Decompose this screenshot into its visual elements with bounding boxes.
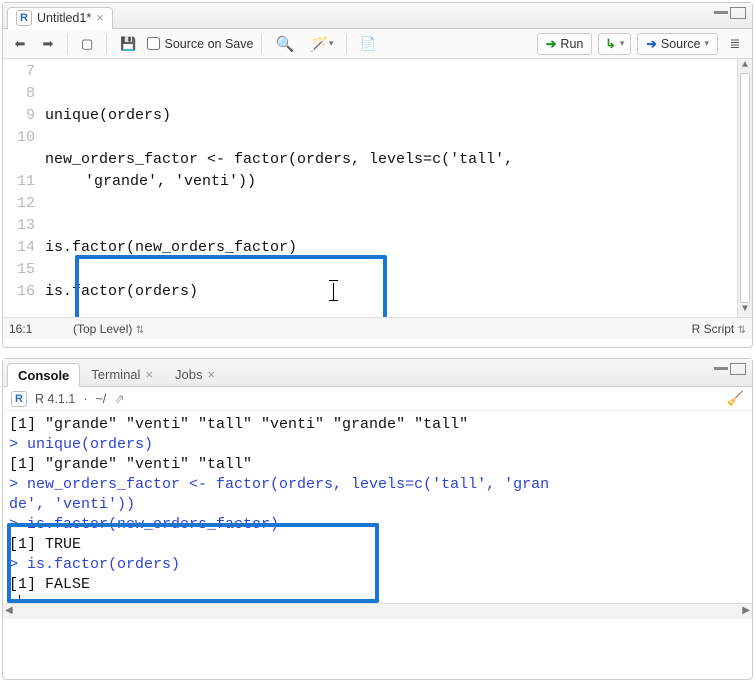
r-file-icon: R bbox=[16, 10, 32, 26]
show-in-new-window-button[interactable]: ▢ bbox=[76, 33, 98, 55]
code-line-13 bbox=[45, 261, 54, 278]
console-line: > is.factor(new_orders_factor) bbox=[9, 515, 746, 535]
working-dir[interactable]: ~/ bbox=[95, 392, 106, 406]
code-area[interactable]: unique(orders) new_orders_factor <- fact… bbox=[43, 59, 752, 317]
separator bbox=[346, 34, 347, 54]
console-info-bar: R R 4.1.1 · ~/ ⇗ 🧹 bbox=[3, 387, 752, 411]
separator bbox=[106, 34, 107, 54]
popout-icon[interactable]: ⇗ bbox=[114, 391, 124, 406]
source-on-save-label: Source on Save bbox=[164, 37, 253, 51]
run-arrow-icon: ➔ bbox=[546, 36, 556, 51]
r-session-icon: R bbox=[11, 391, 27, 407]
close-icon[interactable]: × bbox=[207, 367, 215, 382]
tab-jobs[interactable]: Jobs × bbox=[164, 362, 226, 386]
close-icon[interactable]: × bbox=[145, 367, 153, 382]
cursor-position: 16:1 bbox=[9, 322, 65, 336]
code-line-15 bbox=[45, 305, 54, 317]
code-line-7 bbox=[45, 85, 54, 102]
console-line: [1] "grande" "venti" "tall" "venti" "gra… bbox=[9, 415, 746, 435]
console-line: > new_orders_factor <- factor(orders, le… bbox=[9, 475, 746, 495]
pane-splitter[interactable] bbox=[0, 350, 755, 356]
pane-window-controls bbox=[714, 7, 746, 21]
console-line: de', 'venti')) bbox=[9, 495, 746, 515]
tab-jobs-label: Jobs bbox=[175, 367, 202, 382]
code-line-9 bbox=[45, 129, 54, 146]
editor-scrollbar[interactable]: ▲ ▼ bbox=[737, 59, 752, 317]
console-line: [1] TRUE bbox=[9, 535, 746, 555]
source-pane: R Untitled1* × ⬅ ➡ ▢ 💾 Source on Save 🔍 … bbox=[2, 2, 753, 348]
find-button[interactable]: 🔍 bbox=[270, 33, 299, 55]
dot-sep: · bbox=[83, 392, 87, 406]
compile-report-button[interactable]: 📄 bbox=[355, 33, 381, 55]
nav-back-button[interactable]: ⬅ bbox=[9, 33, 31, 55]
rerun-arrow-icon: ↳ bbox=[605, 36, 615, 51]
scroll-left-icon[interactable]: ◀ bbox=[5, 605, 13, 616]
close-icon[interactable]: × bbox=[96, 11, 103, 25]
scope-toggle-icon[interactable]: ⇅ bbox=[136, 325, 144, 336]
tab-console-label: Console bbox=[18, 368, 69, 383]
rerun-button[interactable]: ↳▾ bbox=[598, 33, 631, 55]
line-gutter: 78910 111213141516 bbox=[3, 59, 43, 317]
save-button[interactable]: 💾 bbox=[115, 33, 141, 55]
source-statusbar: 16:1 (Top Level) ⇅ R Script ⇅ bbox=[3, 317, 752, 339]
console-line: [1] "grande" "venti" "tall" bbox=[9, 455, 746, 475]
nav-fwd-button[interactable]: ➡ bbox=[37, 33, 59, 55]
code-line-14: is.factor(orders) bbox=[45, 283, 198, 300]
scope-selector[interactable]: (Top Level) bbox=[73, 322, 132, 336]
console-tabbar: Console Terminal × Jobs × bbox=[3, 359, 752, 387]
text-cursor-icon bbox=[329, 280, 338, 281]
r-version: R 4.1.1 bbox=[35, 392, 75, 406]
mode-toggle-icon[interactable]: ⇅ bbox=[738, 325, 746, 336]
separator bbox=[67, 34, 68, 54]
source-toolbar: ⬅ ➡ ▢ 💾 Source on Save 🔍 🪄▾ 📄 ➔ Run ↳▾ ➔… bbox=[3, 29, 752, 59]
pane-maximize-icon[interactable] bbox=[730, 363, 746, 375]
console-line: > is.factor(orders) bbox=[9, 555, 746, 575]
pane-minimize-icon[interactable] bbox=[714, 367, 728, 377]
console-line: > unique(orders) bbox=[9, 435, 746, 455]
source-tab-untitled[interactable]: R Untitled1* × bbox=[7, 7, 113, 29]
scroll-thumb[interactable] bbox=[740, 73, 750, 303]
console-hscroll[interactable]: ◀ ▶ bbox=[3, 603, 752, 619]
code-line-12: is.factor(new_orders_factor) bbox=[45, 239, 297, 256]
run-button[interactable]: ➔ Run bbox=[537, 33, 592, 55]
code-editor[interactable]: 78910 111213141516 unique(orders) new_or… bbox=[3, 59, 752, 317]
text-cursor-icon bbox=[329, 300, 338, 301]
tab-terminal-label: Terminal bbox=[91, 367, 140, 382]
tab-console[interactable]: Console bbox=[7, 363, 80, 387]
console-output[interactable]: [1] "grande" "venti" "tall" "venti" "gra… bbox=[3, 411, 752, 603]
clear-console-button[interactable]: 🧹 bbox=[727, 390, 744, 407]
source-on-save-checkbox[interactable]: Source on Save bbox=[147, 37, 253, 51]
pane-minimize-icon[interactable] bbox=[714, 11, 728, 21]
code-tools-button[interactable]: 🪄▾ bbox=[305, 33, 338, 55]
console-line: [1] FALSE bbox=[9, 575, 746, 595]
source-tabbar: R Untitled1* × bbox=[3, 3, 752, 29]
tab-terminal[interactable]: Terminal × bbox=[80, 362, 164, 386]
console-pane: Console Terminal × Jobs × R R 4.1.1 · ~/… bbox=[2, 358, 753, 680]
source-tab-label: Untitled1* bbox=[37, 11, 91, 25]
outline-button[interactable]: ≣ bbox=[724, 33, 746, 55]
language-mode[interactable]: R Script bbox=[692, 322, 735, 336]
console-cursor-icon bbox=[19, 595, 20, 603]
code-line-10: new_orders_factor <- factor(orders, leve… bbox=[45, 151, 513, 168]
scroll-up-icon[interactable]: ▲ bbox=[738, 59, 752, 73]
pane-window-controls bbox=[714, 363, 746, 377]
console-prompt: > bbox=[9, 596, 18, 603]
run-label: Run bbox=[560, 37, 583, 51]
text-cursor-icon bbox=[333, 283, 334, 300]
pane-maximize-icon[interactable] bbox=[730, 7, 746, 19]
separator bbox=[261, 34, 262, 54]
scroll-right-icon[interactable]: ▶ bbox=[742, 605, 750, 616]
code-line-11 bbox=[45, 217, 54, 234]
source-button[interactable]: ➔ Source ▾ bbox=[637, 33, 718, 55]
code-line-10b: 'grande', 'venti')) bbox=[85, 171, 746, 193]
code-line-8: unique(orders) bbox=[45, 107, 171, 124]
source-arrow-icon: ➔ bbox=[646, 36, 656, 51]
source-label: Source bbox=[661, 37, 701, 51]
scroll-down-icon[interactable]: ▼ bbox=[738, 303, 752, 317]
source-on-save-input[interactable] bbox=[147, 37, 160, 50]
